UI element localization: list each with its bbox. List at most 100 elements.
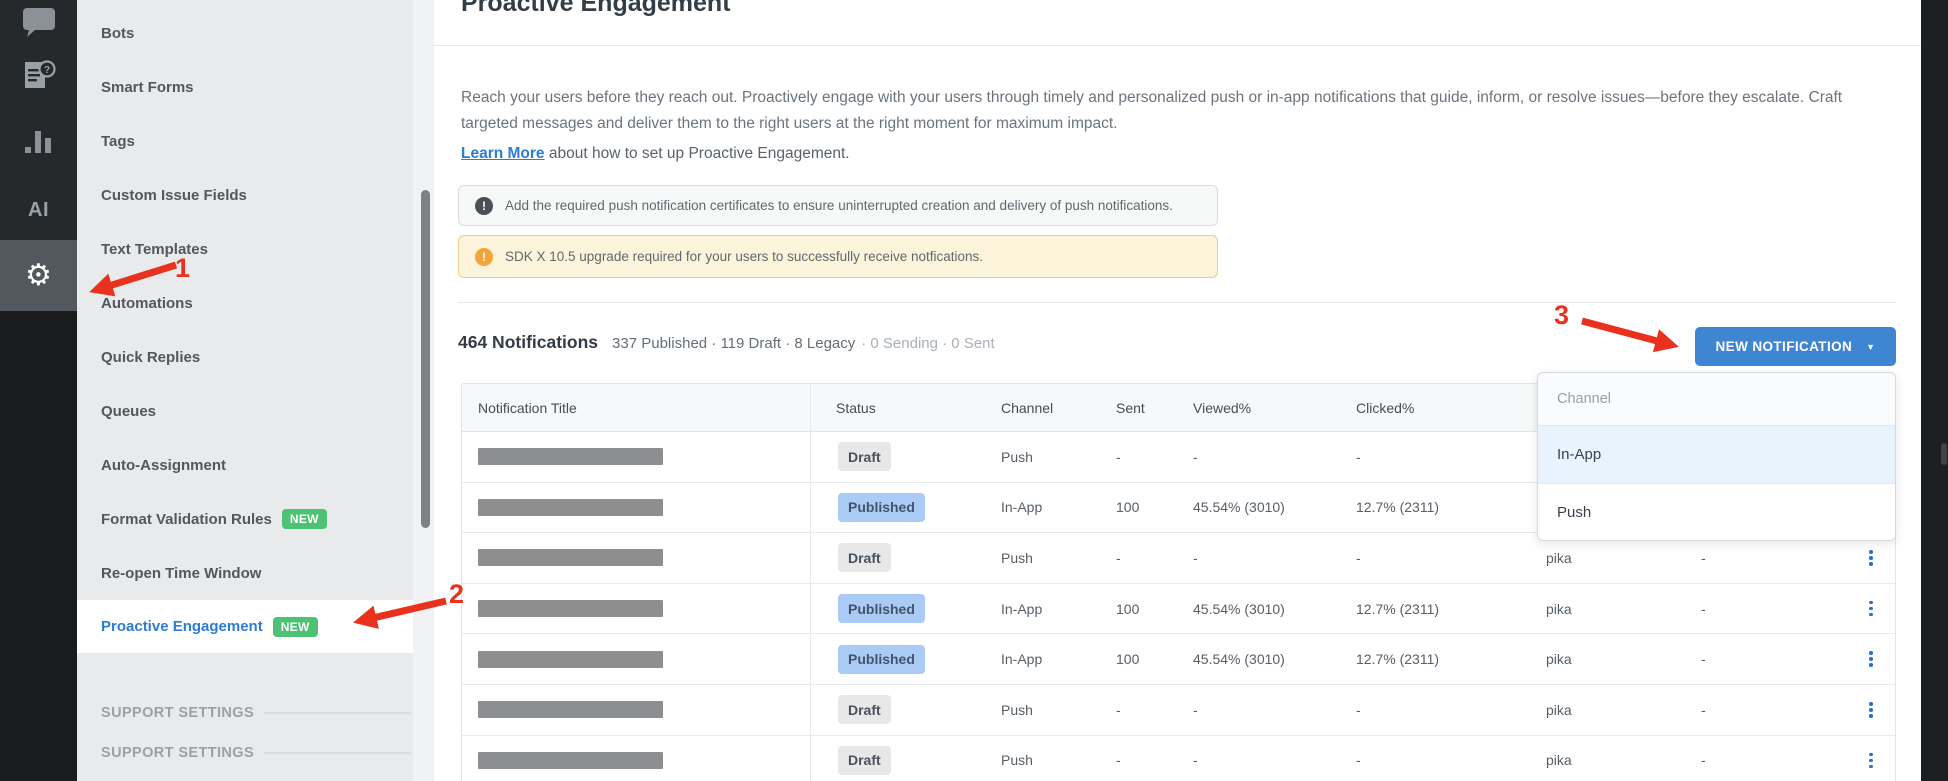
warning-icon: ! <box>475 247 493 266</box>
status-cell: Draft <box>811 685 1001 735</box>
table-row[interactable]: Published In-App 100 45.54% (3010) 12.7% (23… <box>462 634 1895 685</box>
sidebar-item-proactive-engagement[interactable]: Proactive Engagement NEW <box>77 600 420 653</box>
viewed-cell: - <box>1193 448 1198 465</box>
col-sent[interactable]: Sent <box>1116 384 1193 431</box>
notification-title-cell[interactable] <box>462 583 811 634</box>
sidebar-item-queues[interactable]: Queues <box>77 384 413 438</box>
channel-cell: Push <box>1001 549 1033 566</box>
dropdown-option-in-app[interactable]: In-App <box>1538 426 1895 484</box>
notification-title-cell[interactable] <box>462 684 811 735</box>
notifications-breakdown: 337 Published · 119 Draft · 8 Legacy <box>612 335 856 352</box>
reports-icon[interactable] <box>0 124 77 158</box>
chevron-down-icon: ▼ <box>1866 341 1876 352</box>
kebab-menu-icon[interactable] <box>1865 647 1877 671</box>
faq-icon[interactable]: ? <box>0 58 77 94</box>
table-row[interactable]: Draft Push - - - pika - <box>462 684 1895 736</box>
owner-cell: pika <box>1546 701 1572 718</box>
sidebar-scrollbar-track[interactable] <box>413 0 434 781</box>
viewed-cell: 45.54% (3010) <box>1193 600 1285 617</box>
dark-panel-scrollbar-thumb[interactable] <box>1941 443 1947 465</box>
sidebar-item-auto-assignment[interactable]: Auto-Assignment <box>77 438 413 492</box>
sidebar-item-format-validation-rules[interactable]: Format Validation Rules NEW <box>77 492 413 546</box>
app-rail: ? AI ⚙ <box>0 0 77 781</box>
channel-cell: In-App <box>1001 600 1043 617</box>
sidebar-section-support-settings-1: SUPPORT SETTINGS <box>77 693 413 733</box>
notification-title-cell[interactable] <box>462 482 811 533</box>
dropdown-option-push[interactable]: Push <box>1538 484 1895 540</box>
sidebar-item-bots[interactable]: Bots <box>77 6 413 60</box>
notifications-breakdown-muted: · 0 Sending · 0 Sent <box>861 335 995 352</box>
section-rule <box>264 712 411 714</box>
sidebar-item-quick-replies[interactable]: Quick Replies <box>77 330 413 384</box>
sidebar-item-tags[interactable]: Tags <box>77 114 413 168</box>
learn-more-link[interactable]: Learn More <box>461 145 545 162</box>
clicked-cell: 12.7% (2311) <box>1356 600 1440 617</box>
notification-title-cell[interactable] <box>462 533 811 583</box>
status-cell: Published <box>811 483 1001 533</box>
kebab-menu-icon[interactable] <box>1865 546 1877 570</box>
viewed-cell: - <box>1193 701 1198 718</box>
app-screen: ? AI ⚙ Bots Smart Forms Tags Custom Issu… <box>0 0 1948 781</box>
channel-cell: Push <box>1001 448 1033 465</box>
col-viewed[interactable]: Viewed% <box>1193 384 1356 431</box>
owner-cell: pika <box>1546 651 1572 668</box>
page-title: Proactive Engagement <box>461 0 731 17</box>
notification-title-cell[interactable] <box>462 634 811 684</box>
status-badge: Published <box>838 594 925 624</box>
row-actions-cell <box>1847 584 1895 634</box>
settings-sidebar: Bots Smart Forms Tags Custom Issue Field… <box>77 0 420 781</box>
clicked-cell: 12.7% (2311) <box>1356 499 1440 516</box>
row-actions-cell <box>1847 634 1895 684</box>
channel-cell: In-App <box>1001 499 1043 516</box>
viewed-cell: 45.54% (3010) <box>1193 499 1285 516</box>
table-row[interactable]: Draft Push - - - pika - <box>462 735 1895 781</box>
notification-title-cell[interactable] <box>462 432 811 482</box>
title-placeholder-bar <box>478 600 663 618</box>
kebab-menu-icon[interactable] <box>1865 749 1877 773</box>
alert-icon: ! <box>475 196 493 215</box>
notifications-stats: 464 Notifications 337 Published · 119 Dr… <box>458 332 995 353</box>
new-notification-button[interactable]: NEW NOTIFICATION ▼ <box>1695 327 1896 366</box>
sidebar-item-reopen-time-window[interactable]: Re-open Time Window <box>77 546 413 600</box>
clicked-cell: 12.7% (2311) <box>1356 651 1440 668</box>
sidebar-item-automations[interactable]: Automations <box>77 276 413 330</box>
settings-nav-active[interactable]: ⚙ <box>0 240 77 311</box>
ai-nav-item[interactable]: AI <box>0 194 77 226</box>
clicked-cell: - <box>1356 448 1361 465</box>
viewed-cell: - <box>1193 549 1198 566</box>
chat-icon[interactable] <box>0 2 77 44</box>
sidebar-scrollbar-thumb[interactable] <box>421 190 430 528</box>
col-status[interactable]: Status <box>811 384 1001 431</box>
clicked-cell: - <box>1356 752 1361 769</box>
sdk-upgrade-banner: ! SDK X 10.5 upgrade required for your u… <box>458 235 1218 278</box>
status-badge: Draft <box>838 745 891 775</box>
table-row[interactable]: Published In-App 100 45.54% (3010) 12.7% (23… <box>462 583 1895 635</box>
sent-cell: - <box>1116 448 1121 465</box>
status-badge: Published <box>838 492 925 522</box>
col-clicked[interactable]: Clicked% <box>1356 384 1546 431</box>
status-badge: Draft <box>838 695 891 725</box>
title-placeholder-bar <box>478 701 663 719</box>
sent-cell: 100 <box>1116 499 1140 516</box>
notification-title-cell[interactable] <box>462 735 811 781</box>
row-actions-cell <box>1847 685 1895 735</box>
status-cell: Draft <box>811 736 1001 781</box>
clicked-cell: - <box>1356 701 1361 718</box>
title-placeholder-bar <box>478 448 663 466</box>
dash-cell: - <box>1701 701 1706 718</box>
stats-divider <box>458 302 1896 303</box>
title-divider <box>434 45 1921 46</box>
sent-cell: - <box>1116 752 1121 769</box>
sent-cell: - <box>1116 549 1121 566</box>
col-channel[interactable]: Channel <box>1001 384 1116 431</box>
sidebar-item-smart-forms[interactable]: Smart Forms <box>77 60 413 114</box>
dash-cell: - <box>1701 752 1706 769</box>
kebab-menu-icon[interactable] <box>1865 597 1877 621</box>
status-cell: Draft <box>811 533 1001 583</box>
kebab-menu-icon[interactable] <box>1865 698 1877 722</box>
col-notification-title[interactable]: Notification Title <box>462 384 811 431</box>
sidebar-item-text-templates[interactable]: Text Templates <box>77 222 413 276</box>
sidebar-item-custom-issue-fields[interactable]: Custom Issue Fields <box>77 168 413 222</box>
viewed-cell: 45.54% (3010) <box>1193 651 1285 668</box>
page-description: Reach your users before they reach out. … <box>461 88 1843 132</box>
